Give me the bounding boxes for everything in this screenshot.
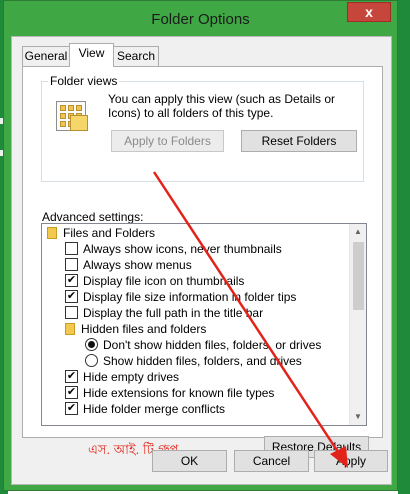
- check-icon: ✔: [66, 386, 77, 399]
- tab-label: General: [24, 49, 68, 63]
- option-always-show-menus[interactable]: Always show menus: [65, 257, 192, 273]
- option-always-show-icons[interactable]: Always show icons, never thumbnails: [65, 241, 282, 257]
- advanced-settings-label: Advanced settings:: [42, 210, 144, 224]
- window-title: Folder Options: [151, 11, 250, 28]
- option-label: Display file size information in folder …: [83, 290, 297, 304]
- radio-button[interactable]: [85, 338, 98, 352]
- option-hide-extensions[interactable]: ✔ Hide extensions for known file types: [65, 385, 274, 401]
- option-hide-folder-merge-conflicts[interactable]: ✔ Hide folder merge conflicts: [65, 401, 225, 417]
- folder-views-icon: [56, 101, 88, 131]
- tree-folder-hidden-files: Hidden files and folders: [65, 321, 206, 337]
- option-label: Display the full path in the title bar: [83, 306, 264, 320]
- tab-general[interactable]: General: [22, 46, 70, 66]
- check-icon: ✔: [66, 274, 77, 287]
- close-icon: x: [365, 4, 373, 20]
- checkbox[interactable]: [65, 258, 78, 272]
- reset-folders-button[interactable]: Reset Folders: [241, 130, 357, 152]
- title-bar[interactable]: Folder Options x: [4, 1, 397, 35]
- scroll-up-icon[interactable]: ▲: [350, 224, 366, 240]
- ok-button[interactable]: OK: [152, 450, 227, 472]
- checkbox[interactable]: ✔: [65, 274, 78, 288]
- option-display-full-path[interactable]: Display the full path in the title bar: [65, 305, 263, 321]
- dialog-client-area: General View Search Folder views You can…: [11, 36, 392, 485]
- tree-item-label: Files and Folders: [63, 226, 156, 240]
- checkbox[interactable]: ✔: [65, 386, 78, 400]
- advanced-settings-tree[interactable]: Files and Folders Always show icons, nev…: [41, 223, 367, 426]
- option-dont-show-hidden[interactable]: Don't show hidden files, folders, or dri…: [85, 337, 321, 353]
- tab-label: Search: [116, 49, 156, 63]
- option-label: Always show menus: [83, 258, 192, 272]
- checkbox[interactable]: ✔: [65, 402, 78, 416]
- scroll-down-icon[interactable]: ▼: [350, 409, 366, 425]
- option-label: Hide empty drives: [83, 370, 180, 384]
- check-icon: ✔: [66, 402, 77, 415]
- cancel-button[interactable]: Cancel: [234, 450, 309, 472]
- folder-options-dialog: Folder Options x General View Search Fol…: [3, 0, 398, 491]
- tab-label: View: [78, 46, 105, 60]
- radio-button[interactable]: [85, 354, 98, 368]
- checkbox[interactable]: ✔: [65, 370, 78, 384]
- option-label: Always show icons, never thumbnails: [83, 242, 282, 256]
- tab-search[interactable]: Search: [113, 46, 159, 66]
- checkbox[interactable]: [65, 306, 78, 320]
- tree-item-label: Hidden files and folders: [81, 322, 207, 336]
- close-button[interactable]: x: [347, 2, 391, 22]
- check-icon: ✔: [66, 370, 77, 383]
- folder-views-description: You can apply this view (such as Details…: [108, 92, 336, 120]
- tab-view[interactable]: View: [69, 43, 114, 67]
- folder-views-legend: Folder views: [48, 74, 120, 88]
- option-label: Hide folder merge conflicts: [83, 402, 226, 416]
- option-label: Display file icon on thumbnails: [83, 274, 245, 288]
- folder-icon: [47, 226, 57, 239]
- scrollbar-thumb[interactable]: [353, 242, 364, 310]
- option-label: Don't show hidden files, folders, or dri…: [103, 338, 322, 352]
- option-display-file-icon-on-thumbnails[interactable]: ✔ Display file icon on thumbnails: [65, 273, 244, 289]
- option-display-file-size-info[interactable]: ✔ Display file size information in folder…: [65, 289, 296, 305]
- check-icon: ✔: [66, 290, 77, 303]
- folder-icon: [65, 322, 75, 335]
- view-tab-panel: Folder views You can apply this view (su…: [22, 66, 383, 458]
- checkbox[interactable]: ✔: [65, 290, 78, 304]
- apply-to-folders-button[interactable]: Apply to Folders: [111, 130, 224, 152]
- option-show-hidden[interactable]: Show hidden files, folders, and drives: [85, 353, 302, 369]
- option-label: Show hidden files, folders, and drives: [103, 354, 302, 368]
- checkbox[interactable]: [65, 242, 78, 256]
- tree-folder-files-and-folders: Files and Folders: [47, 225, 155, 241]
- tree-scrollbar[interactable]: ▲ ▼: [349, 224, 366, 425]
- option-hide-empty-drives[interactable]: ✔ Hide empty drives: [65, 369, 179, 385]
- apply-button[interactable]: Apply: [314, 450, 388, 472]
- background-window-right: [398, 0, 410, 494]
- folder-views-group: Folder views You can apply this view (su…: [41, 74, 364, 182]
- option-label: Hide extensions for known file types: [83, 386, 275, 400]
